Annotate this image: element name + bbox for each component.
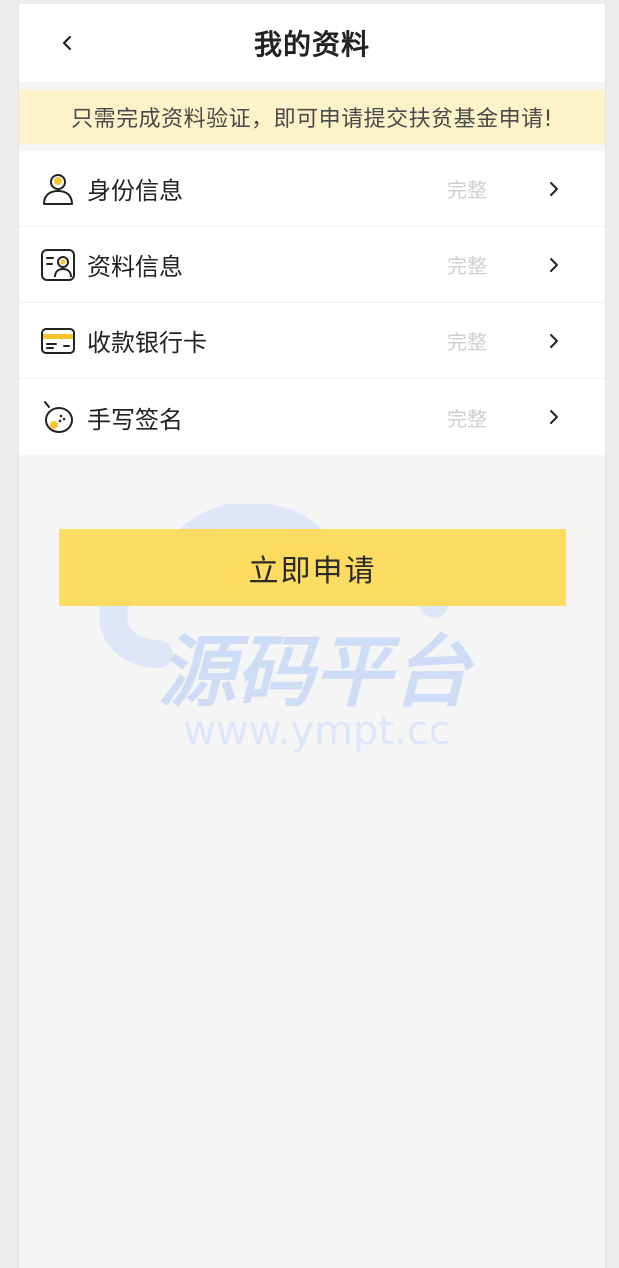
- page-title: 我的资料: [253, 28, 370, 61]
- bank-card-icon: [41, 327, 75, 354]
- status-text: 完整: [447, 178, 487, 202]
- back-button[interactable]: [57, 30, 79, 56]
- profile-card-icon: [41, 248, 75, 281]
- app-screen: 我的资料 只需完成资料验证，即可申请提交扶贫基金申请! 身份信息 完整 资料信息…: [18, 4, 606, 1268]
- notice-banner: 只需完成资料验证，即可申请提交扶贫基金申请!: [19, 90, 605, 144]
- item-label: 资料信息: [87, 253, 183, 281]
- item-label: 收款银行卡: [87, 329, 207, 357]
- chevron-right-icon: [550, 182, 558, 196]
- status-text: 完整: [447, 330, 487, 354]
- item-label: 身份信息: [87, 177, 183, 205]
- list-item-profile[interactable]: 资料信息 完整: [19, 227, 605, 303]
- signature-icon: [44, 401, 73, 433]
- watermark-brand: 源码平台: [158, 628, 475, 718]
- chevron-left-icon: [62, 35, 72, 51]
- header-bar: 我的资料: [19, 4, 605, 82]
- chevron-right-icon: [550, 258, 558, 272]
- watermark-url: www.ympt.cc: [183, 708, 451, 754]
- status-text: 完整: [447, 254, 487, 278]
- user-icon: [43, 173, 73, 205]
- profile-list: 身份信息 完整 资料信息 完整 收款银行卡 完整 手写签名 完整: [19, 151, 605, 455]
- chevron-right-icon: [550, 334, 558, 348]
- list-item-signature[interactable]: 手写签名 完整: [19, 379, 605, 455]
- list-item-bank-card[interactable]: 收款银行卡 完整: [19, 303, 605, 379]
- chevron-right-icon: [550, 410, 558, 424]
- apply-button[interactable]: 立即申请: [59, 529, 566, 606]
- status-text: 完整: [447, 406, 487, 431]
- item-label: 手写签名: [87, 405, 183, 434]
- list-item-identity[interactable]: 身份信息 完整: [19, 151, 605, 227]
